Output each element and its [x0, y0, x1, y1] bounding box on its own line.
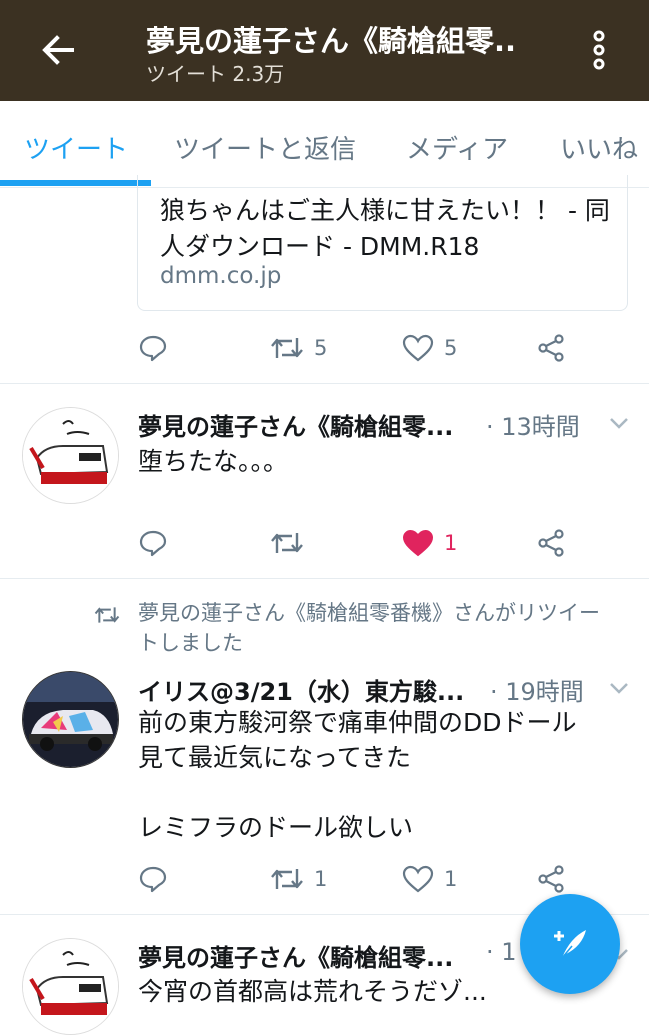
retweet-button[interactable]: 5 — [270, 328, 327, 368]
retweet-button[interactable] — [270, 523, 314, 563]
like-count: 5 — [444, 336, 458, 360]
avatar-drawing-image — [23, 939, 118, 1034]
reply-icon — [139, 866, 167, 893]
link-card-title: 狼ちゃんはご主人様に甘えたい！！ - 同人ダウンロード - DMM.R18 — [160, 196, 610, 261]
reply-button[interactable] — [138, 523, 168, 563]
avatar[interactable] — [22, 407, 119, 504]
tweet-time: · 19時間 — [490, 678, 584, 706]
share-icon — [538, 334, 564, 362]
chevron-down-icon[interactable] — [608, 677, 630, 699]
retweet-icon — [271, 869, 303, 889]
like-button[interactable]: 5 — [402, 328, 457, 368]
active-tab-indicator — [0, 180, 151, 186]
tab-tweets-and-replies[interactable]: ツイートと返信 — [174, 129, 356, 166]
reply-icon — [139, 335, 167, 362]
reply-icon — [139, 530, 167, 557]
tab-tweets[interactable]: ツイート — [24, 129, 128, 166]
reply-button[interactable] — [138, 859, 168, 899]
author-name[interactable]: 夢見の蓮子さん《騎槍組零... — [138, 407, 453, 442]
share-icon — [538, 865, 564, 893]
avatar[interactable] — [22, 938, 119, 1035]
retweet-button[interactable]: 1 — [270, 859, 327, 899]
tweet-time: · 1 — [486, 938, 517, 966]
tab-likes[interactable]: いいね — [560, 129, 638, 166]
divider — [0, 578, 649, 579]
avatar-drawing-image — [23, 408, 118, 503]
heart-filled-icon — [402, 529, 434, 557]
avatar[interactable] — [22, 671, 119, 768]
profile-title: 夢見の蓮子さん《騎槍組零.. — [146, 24, 517, 58]
retweet-count: 1 — [314, 867, 328, 891]
like-count: 1 — [444, 867, 458, 891]
tweet-text: 前の東方駿河祭で痛車仲間のDDドール 見て最近気になってきた レミフラのドール欲… — [138, 708, 577, 842]
heart-outline-icon — [402, 334, 434, 362]
tweet-text: 堕ちたな。。。 — [138, 447, 289, 476]
heart-outline-icon — [402, 865, 434, 893]
author-name[interactable]: 夢見の蓮子さん《騎槍組零... — [138, 938, 453, 973]
author-name[interactable]: イリス@3/21（水）東方駿... — [138, 672, 464, 707]
retweet-icon — [271, 338, 303, 358]
link-card-domain: dmm.co.jp — [160, 263, 282, 289]
link-card[interactable]: 狼ちゃんはご主人様に甘えたい！！ - 同人ダウンロード - DMM.R18 dm… — [137, 175, 628, 311]
share-button[interactable] — [536, 523, 566, 563]
like-count: 1 — [444, 531, 458, 555]
share-button[interactable] — [536, 328, 566, 368]
avatar-car-image — [23, 672, 118, 767]
retweet-count: 5 — [314, 336, 328, 360]
reply-button[interactable] — [138, 328, 168, 368]
retweet-icon — [271, 533, 303, 553]
chevron-down-icon[interactable] — [608, 412, 630, 434]
tweet-text: 今宵の首都高は荒れそうだゾ... — [138, 977, 487, 1006]
like-button[interactable]: 1 — [402, 523, 457, 563]
share-button[interactable] — [536, 859, 566, 899]
tweet-time: · 13時間 — [486, 413, 580, 441]
retweeted-by-label[interactable]: 夢見の蓮子さん《騎槍組零番機》さんがリツイートしました — [138, 598, 618, 658]
like-button[interactable]: 1 — [402, 859, 457, 899]
compose-tweet-icon — [554, 930, 586, 959]
more-vertical-icon[interactable] — [586, 28, 612, 72]
arrow-left-icon[interactable] — [36, 28, 80, 72]
compose-tweet-button[interactable] — [520, 894, 620, 994]
share-icon — [538, 529, 564, 557]
tweet-count: ツイート 2.3万 — [146, 62, 285, 86]
divider — [0, 383, 649, 384]
tab-media[interactable]: メディア — [406, 129, 508, 166]
app-bar: 夢見の蓮子さん《騎槍組零.. ツイート 2.3万 — [0, 0, 649, 101]
retweet-small-icon — [94, 607, 120, 623]
